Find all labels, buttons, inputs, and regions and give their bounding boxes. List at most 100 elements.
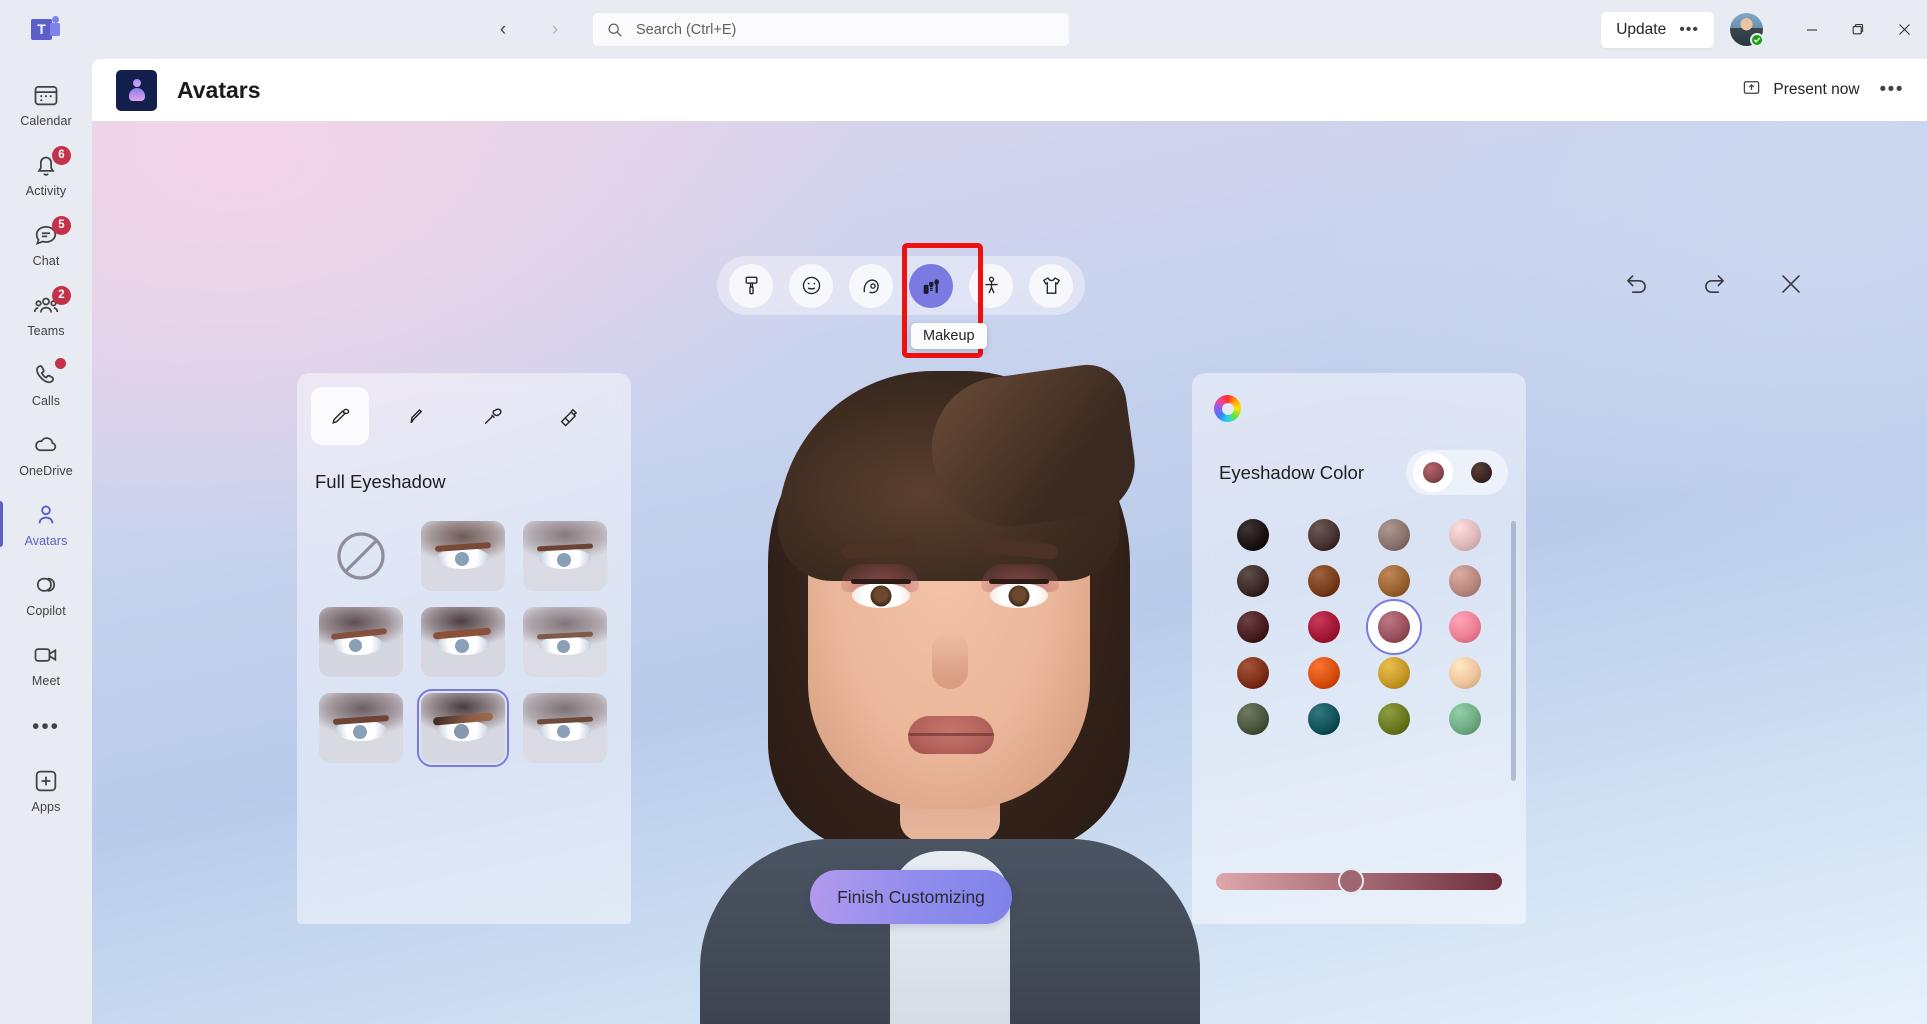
tool-blush[interactable] — [463, 387, 521, 445]
style-3[interactable] — [319, 607, 403, 677]
color-swatch-ball — [1378, 519, 1410, 551]
color-swatch-4[interactable] — [1237, 565, 1269, 597]
search-icon — [607, 22, 623, 38]
color-swatch-19[interactable] — [1449, 703, 1481, 735]
color-swatch-15[interactable] — [1449, 657, 1481, 689]
color-swatch-cell — [1289, 519, 1360, 551]
style-7[interactable] — [421, 693, 505, 763]
update-button[interactable]: Update ••• — [1601, 12, 1714, 48]
color-swatch-ball — [1378, 703, 1410, 735]
minimize-button[interactable] — [1789, 0, 1835, 59]
swatch-secondary[interactable] — [1461, 453, 1501, 492]
copilot-icon — [32, 571, 60, 599]
search-input[interactable]: Search (Ctrl+E) — [593, 13, 1069, 46]
color-swatch-cell — [1289, 657, 1360, 689]
color-swatch-ball — [1308, 611, 1340, 643]
category-hair[interactable] — [849, 264, 893, 308]
color-panel-title: Eyeshadow Color — [1219, 462, 1364, 484]
color-swatch-ball — [1449, 657, 1481, 689]
color-swatch-14[interactable] — [1378, 657, 1410, 689]
update-label: Update — [1616, 21, 1666, 39]
sidebar-item-apps[interactable]: Apps — [0, 755, 92, 825]
style-5[interactable] — [523, 607, 607, 677]
app-more-button[interactable]: ••• — [1880, 79, 1904, 101]
sidebar-more-button[interactable]: ••• — [0, 699, 92, 755]
color-swatch-cell — [1218, 611, 1289, 643]
sidebar-item-copilot[interactable]: Copilot — [0, 559, 92, 629]
style-6[interactable] — [319, 693, 403, 763]
color-swatch-9[interactable] — [1308, 611, 1340, 643]
sidebar-item-calls[interactable]: Calls — [0, 349, 92, 419]
makeup-style-panel: Full Eyeshadow — [297, 373, 631, 924]
style-1[interactable] — [421, 521, 505, 591]
undo-icon[interactable] — [1619, 266, 1655, 302]
redo-icon[interactable] — [1696, 266, 1732, 302]
color-swatch-13[interactable] — [1308, 657, 1340, 689]
update-more-icon[interactable]: ••• — [1679, 26, 1699, 34]
color-swatch-8[interactable] — [1237, 611, 1269, 643]
color-swatch-cell — [1218, 657, 1289, 689]
color-swatch-0[interactable] — [1237, 519, 1269, 551]
slider-thumb[interactable] — [1338, 868, 1364, 894]
swatch-primary[interactable] — [1413, 453, 1453, 492]
color-swatch-cell — [1430, 611, 1501, 643]
color-swatch-ball — [1449, 565, 1481, 597]
category-face[interactable] — [789, 264, 833, 308]
color-swatch-11[interactable] — [1449, 611, 1481, 643]
sidebar-item-onedrive[interactable]: OneDrive — [0, 419, 92, 489]
avatar[interactable] — [1730, 13, 1763, 46]
category-makeup[interactable] — [909, 264, 953, 308]
close-button[interactable] — [1881, 0, 1927, 59]
style-4[interactable] — [421, 607, 505, 677]
sidebar-item-meet[interactable]: Meet — [0, 629, 92, 699]
present-now-button[interactable]: Present now — [1742, 78, 1859, 102]
finish-customizing-button[interactable]: Finish Customizing — [810, 870, 1012, 924]
presence-dot-badge — [55, 358, 66, 369]
color-swatch-5[interactable] — [1308, 565, 1340, 597]
intensity-slider[interactable] — [1216, 868, 1502, 894]
sidebar-item-teams[interactable]: 2 Teams — [0, 279, 92, 349]
sidebar-item-label: Calls — [32, 394, 60, 408]
tool-eyeshadow[interactable] — [311, 387, 369, 445]
apps-add-icon — [32, 767, 60, 795]
eyeshadow-style-grid — [297, 493, 631, 763]
color-swatch-18[interactable] — [1378, 703, 1410, 735]
color-swatch-3[interactable] — [1449, 519, 1481, 551]
category-body[interactable] — [969, 264, 1013, 308]
category-toolbar — [717, 256, 1085, 315]
color-swatch-12[interactable] — [1237, 657, 1269, 689]
style-none[interactable] — [319, 521, 403, 591]
color-grid-scrollbar[interactable] — [1511, 521, 1516, 781]
sidebar-item-activity[interactable]: 6 Activity — [0, 139, 92, 209]
window-controls — [1789, 0, 1927, 59]
color-swatch-2[interactable] — [1378, 519, 1410, 551]
tool-lipstick[interactable] — [539, 387, 597, 445]
avatar-stage: Makeup — [92, 121, 1927, 1024]
style-8[interactable] — [523, 693, 607, 763]
color-swatch-ball — [1308, 565, 1340, 597]
search-placeholder: Search (Ctrl+E) — [636, 22, 736, 38]
color-swatch-7[interactable] — [1449, 565, 1481, 597]
color-swatch-6[interactable] — [1378, 565, 1410, 597]
nav-controls: ‹ › — [487, 14, 571, 46]
color-swatch-cell — [1430, 657, 1501, 689]
close-icon[interactable] — [1773, 266, 1809, 302]
color-swatch-16[interactable] — [1237, 703, 1269, 735]
sidebar-item-avatars[interactable]: Avatars — [0, 489, 92, 559]
color-wheel-icon[interactable] — [1214, 395, 1241, 422]
sidebar-item-calendar[interactable]: Calendar — [0, 69, 92, 139]
badge-count: 2 — [52, 286, 71, 305]
back-button[interactable]: ‹ — [487, 14, 519, 46]
style-2[interactable] — [523, 521, 607, 591]
color-swatch-1[interactable] — [1308, 519, 1340, 551]
color-panel: Eyeshadow Color — [1192, 373, 1526, 924]
color-swatch-17[interactable] — [1308, 703, 1340, 735]
color-swatch-10[interactable] — [1378, 611, 1410, 643]
sidebar-item-label: Copilot — [26, 604, 66, 618]
category-look[interactable] — [729, 264, 773, 308]
sidebar-item-chat[interactable]: 5 Chat — [0, 209, 92, 279]
forward-button[interactable]: › — [539, 14, 571, 46]
category-clothing[interactable] — [1029, 264, 1073, 308]
tool-eyeliner[interactable] — [387, 387, 445, 445]
maximize-button[interactable] — [1835, 0, 1881, 59]
